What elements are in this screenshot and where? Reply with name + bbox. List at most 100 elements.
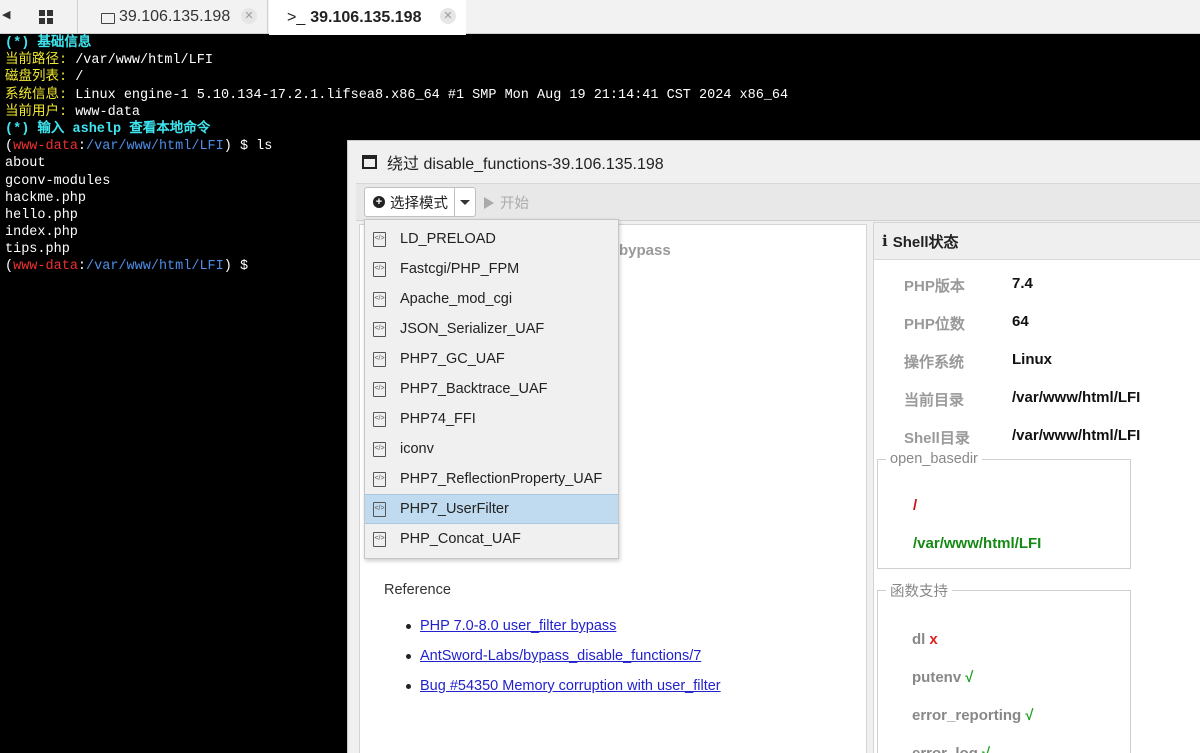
menu-item-json-serializer-uaf[interactable]: </> JSON_Serializer_UAF bbox=[365, 314, 618, 344]
info-value: / bbox=[67, 70, 84, 86]
function-support-legend: 函数支持 bbox=[890, 584, 948, 600]
start-label: 开始 bbox=[500, 196, 529, 212]
folder-icon bbox=[101, 12, 115, 24]
reference-link[interactable]: AntSword-Labs/bypass_disable_functions/7 bbox=[420, 648, 701, 664]
dialog-title-bar[interactable]: 绕过 disable_functions-39.106.135.198 bbox=[348, 141, 1200, 183]
window-icon bbox=[362, 155, 377, 169]
menu-item-label: LD_PRELOAD bbox=[400, 231, 496, 247]
function-name: error_reporting bbox=[912, 707, 1022, 724]
shell-status-header: i Shell状态 bbox=[874, 223, 1200, 260]
menu-item-label: JSON_Serializer_UAF bbox=[400, 321, 545, 337]
menu-item-label: Apache_mod_cgi bbox=[400, 291, 513, 307]
status-value: Linux bbox=[1012, 351, 1052, 368]
start-button[interactable]: 开始 bbox=[484, 192, 529, 213]
menu-item-iconv[interactable]: </> iconv bbox=[365, 434, 618, 464]
status-key: Shell目录 bbox=[904, 430, 970, 447]
terminal-line: (*) 基础信息 bbox=[5, 36, 92, 51]
close-tab-icon[interactable]: ✕ bbox=[241, 8, 257, 24]
select-mode-label: 选择模式 bbox=[390, 195, 448, 212]
panel-heading: bypass bbox=[619, 242, 671, 259]
info-label: 当前用户: bbox=[5, 104, 68, 120]
unsupported-mark: x bbox=[929, 631, 938, 648]
select-mode-dropdown-toggle[interactable] bbox=[455, 187, 476, 217]
code-file-icon: </> bbox=[373, 321, 386, 337]
terminal-line: 磁盘列表: / bbox=[5, 69, 1200, 86]
menu-item-label: PHP7_GC_UAF bbox=[400, 351, 505, 367]
plus-circle-icon: + bbox=[373, 196, 385, 208]
status-value: /var/www/html/LFI bbox=[1012, 389, 1141, 406]
tab-label: 39.106.135.198 bbox=[119, 8, 231, 25]
select-mode-button[interactable]: + 选择模式 bbox=[364, 187, 455, 217]
tab-grid-button[interactable] bbox=[14, 0, 78, 34]
chevron-down-icon bbox=[460, 199, 470, 205]
terminal-line: (*) 输入 ashelp 查看本地命令 bbox=[5, 121, 211, 137]
reference-link[interactable]: Bug #54350 Memory corruption with user_f… bbox=[420, 678, 721, 694]
code-file-icon: </> bbox=[373, 441, 386, 457]
menu-item-ld-preload[interactable]: </> LD_PRELOAD bbox=[365, 224, 618, 254]
menu-item-fastcgi[interactable]: </> Fastcgi/PHP_FPM bbox=[365, 254, 618, 284]
supported-mark: √ bbox=[965, 669, 974, 686]
function-row: dl x bbox=[912, 631, 938, 648]
menu-item-php74-ffi[interactable]: </> PHP74_FFI bbox=[365, 404, 618, 434]
prompt-user: www-data bbox=[13, 259, 78, 275]
terminal-line: 当前路径: /var/www/html/LFI bbox=[5, 52, 1200, 69]
status-key: PHP版本 bbox=[904, 278, 965, 295]
code-file-icon: </> bbox=[373, 531, 386, 547]
info-label: 当前路径: bbox=[5, 53, 68, 69]
shell-status-panel: i Shell状态 PHP版本 7.4 PHP位数 64 操作系统 Linux 当前目… bbox=[873, 222, 1200, 753]
function-row: putenv √ bbox=[912, 669, 973, 686]
code-file-icon: </> bbox=[373, 501, 386, 517]
function-row: error_reporting √ bbox=[912, 707, 1033, 724]
mode-dropdown-menu: </> LD_PRELOAD </> Fastcgi/PHP_FPM </> Apac… bbox=[364, 219, 619, 559]
menu-item-php7-backtrace-uaf[interactable]: </> PHP7_Backtrace_UAF bbox=[365, 374, 618, 404]
code-file-icon: </> bbox=[373, 231, 386, 247]
function-name: dl bbox=[912, 631, 926, 648]
close-tab-icon[interactable]: ✕ bbox=[440, 8, 456, 24]
status-key: PHP位数 bbox=[904, 316, 965, 333]
prompt-command: ls bbox=[256, 139, 273, 155]
list-item: PHP 7.0-8.0 user_filter bypass bbox=[406, 618, 721, 648]
prompt-path: /var/www/html/LFI bbox=[86, 259, 224, 275]
menu-item-php7-gc-uaf[interactable]: </> PHP7_GC_UAF bbox=[365, 344, 618, 374]
status-key: 当前目录 bbox=[904, 392, 965, 409]
info-label: 磁盘列表: bbox=[5, 70, 68, 86]
list-item: AntSword-Labs/bypass_disable_functions/7 bbox=[406, 648, 721, 678]
tab-terminal[interactable]: >_ 39.106.135.198 ✕ bbox=[269, 0, 466, 35]
function-support-box: 函数支持 dlx putenv√ error_reporting√ error_… bbox=[877, 580, 1131, 753]
tab-file-manager[interactable]: 39.106.135.198 ✕ bbox=[79, 0, 268, 34]
terminal-line: 当前用户: www-data bbox=[5, 104, 1200, 121]
menu-item-apache-mod-cgi[interactable]: </> Apache_mod_cgi bbox=[365, 284, 618, 314]
menu-item-label: PHP74_FFI bbox=[400, 411, 476, 427]
info-value: /var/www/html/LFI bbox=[67, 53, 213, 69]
menu-item-label: PHP_Concat_UAF bbox=[400, 531, 521, 547]
tab-bar: ◀ 39.106.135.198 ✕ >_ 39.106.135.198 ✕ bbox=[0, 0, 1200, 35]
code-file-icon: </> bbox=[373, 351, 386, 367]
menu-item-label: PHP7_UserFilter bbox=[400, 501, 509, 517]
shell-status-title: Shell状态 bbox=[892, 233, 959, 251]
open-basedir-box: open_basedir / /var/www/html/LFI bbox=[877, 451, 1131, 569]
scroll-left-arrow-icon[interactable]: ◀ bbox=[2, 8, 10, 21]
play-icon bbox=[484, 196, 494, 209]
menu-item-php7-reflectionproperty-uaf[interactable]: </> PHP7_ReflectionProperty_UAF bbox=[365, 464, 618, 494]
reference-link[interactable]: PHP 7.0-8.0 user_filter bypass bbox=[420, 618, 616, 634]
menu-item-label: PHP7_Backtrace_UAF bbox=[400, 381, 548, 397]
dialog-title: 绕过 disable_functions-39.106.135.198 bbox=[387, 156, 664, 173]
supported-mark: √ bbox=[1025, 707, 1034, 724]
menu-item-php-concat-uaf[interactable]: </> PHP_Concat_UAF bbox=[365, 524, 618, 554]
menu-item-php7-userfilter[interactable]: </> PHP7_UserFilter bbox=[365, 494, 618, 524]
menu-item-label: PHP7_ReflectionProperty_UAF bbox=[400, 471, 603, 487]
code-file-icon: </> bbox=[373, 291, 386, 307]
info-value: www-data bbox=[67, 104, 141, 120]
info-icon: i bbox=[882, 232, 888, 250]
prompt-path: /var/www/html/LFI bbox=[86, 139, 224, 155]
open-basedir-value: / bbox=[913, 497, 918, 514]
function-name: putenv bbox=[912, 669, 962, 686]
function-name: error_log bbox=[912, 745, 978, 753]
status-value: 64 bbox=[1012, 313, 1029, 330]
open-basedir-legend: open_basedir bbox=[890, 451, 978, 467]
list-item: Bug #54350 Memory corruption with user_f… bbox=[406, 678, 721, 708]
code-file-icon: </> bbox=[373, 261, 386, 277]
menu-item-label: Fastcgi/PHP_FPM bbox=[400, 261, 520, 277]
supported-mark: √ bbox=[982, 745, 990, 753]
dialog-toolbar: + 选择模式 开始 bbox=[356, 183, 1200, 221]
